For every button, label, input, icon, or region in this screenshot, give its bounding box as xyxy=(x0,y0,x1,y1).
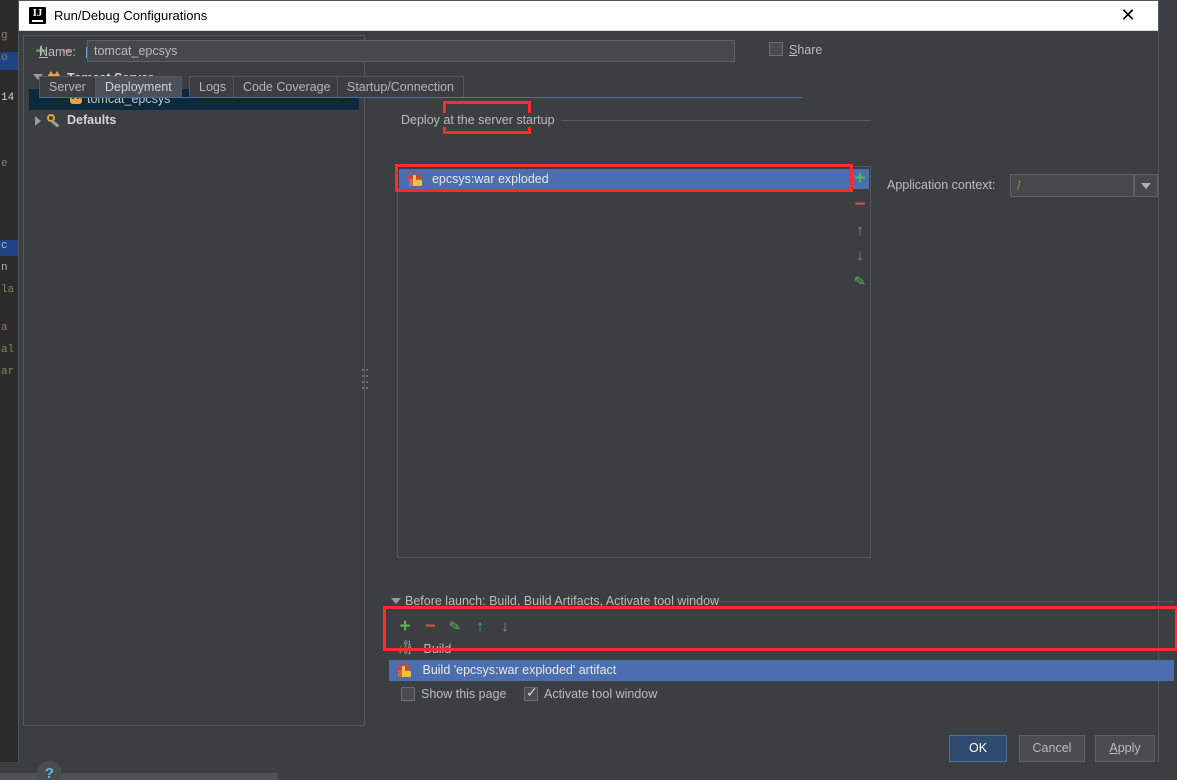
before-launch-collapse-toggle[interactable] xyxy=(391,598,401,604)
list-item[interactable]: Build 'epcsys:war exploded' artifact xyxy=(389,660,1174,681)
remove-before-launch-task-button[interactable]: − xyxy=(418,615,442,637)
tab-code-coverage[interactable]: Code Coverage xyxy=(233,76,341,98)
gutter-text: a xyxy=(1,322,8,334)
help-button[interactable]: ? xyxy=(37,761,62,780)
share-checkbox[interactable] xyxy=(769,42,783,56)
move-artifact-down-button[interactable]: ↓ xyxy=(849,244,871,266)
list-item-label: Build 'epcsys:war exploded' artifact xyxy=(422,663,617,677)
pencil-icon: ✎ xyxy=(852,271,868,290)
add-before-launch-task-button[interactable]: + xyxy=(393,615,417,637)
show-this-page-checkbox[interactable] xyxy=(401,687,415,701)
application-context-dropdown-button[interactable] xyxy=(1134,174,1158,197)
pencil-icon: ✎ xyxy=(447,616,463,635)
edit-before-launch-task-button[interactable]: ✎ xyxy=(443,615,467,637)
tab-startup-connection[interactable]: Startup/Connection xyxy=(337,76,465,98)
arrow-up-icon: ↑ xyxy=(856,221,864,239)
tree-item-label: Defaults xyxy=(67,113,117,127)
application-context-input[interactable] xyxy=(1010,174,1134,197)
close-icon[interactable]: ✕ xyxy=(1106,1,1150,31)
minus-icon: − xyxy=(854,193,866,215)
screen: g o 14 e c n la a al ar IJ Run/Debug Con… xyxy=(0,0,1177,780)
activate-tool-window-label[interactable]: Activate tool window xyxy=(544,687,657,701)
checkmark-icon: ✓ xyxy=(526,684,538,700)
list-item-label: epcsys:war exploded xyxy=(431,172,549,186)
arrow-down-icon: ↓ xyxy=(501,617,509,635)
gutter-text: o xyxy=(1,52,8,64)
artifact-icon xyxy=(408,172,423,186)
configuration-name-input[interactable] xyxy=(87,40,735,62)
before-launch-title: Before launch: Build, Build Artifacts, A… xyxy=(401,594,724,608)
dialog-titlebar: IJ Run/Debug Configurations ✕ xyxy=(19,1,1158,31)
move-task-up-button[interactable]: ↑ xyxy=(468,615,492,637)
wrench-icon xyxy=(47,113,63,129)
run-debug-configurations-dialog: IJ Run/Debug Configurations ✕ + − tomcat… xyxy=(18,0,1177,780)
tab-deployment[interactable]: Deployment xyxy=(95,76,182,98)
gutter-text: ar xyxy=(1,366,15,378)
tab-underline xyxy=(39,97,802,98)
list-item[interactable]: ↓ 01 10 01 Build xyxy=(389,639,1174,660)
gutter-text: c xyxy=(1,240,8,252)
gutter-text: n xyxy=(1,262,8,274)
gutter-text: e xyxy=(1,158,8,170)
tree-item-defaults[interactable]: Defaults xyxy=(29,110,359,131)
artifact-icon xyxy=(397,663,411,677)
minus-icon: − xyxy=(424,615,436,637)
tab-server[interactable]: Server xyxy=(39,76,96,98)
arrow-down-icon: ↓ xyxy=(856,246,864,264)
name-label: Name: xyxy=(39,45,76,59)
plus-icon: + xyxy=(854,167,866,189)
group-separator xyxy=(561,120,871,121)
move-artifact-up-button[interactable]: ↑ xyxy=(849,219,871,241)
deploy-group-label: Deploy at the server startup xyxy=(397,113,559,127)
deployment-artifacts-list[interactable]: epcsys:war exploded xyxy=(397,166,871,558)
before-launch-task-list[interactable]: ↓ 01 10 01 Build Build 'epcsys:war exploded… xyxy=(389,639,1174,681)
gutter-text: 14 xyxy=(1,92,15,104)
panel-splitter[interactable] xyxy=(360,31,370,722)
remove-artifact-button[interactable]: − xyxy=(849,193,871,215)
before-launch-toolbar: + − ✎ ↑ ↓ xyxy=(393,615,523,637)
list-item[interactable]: epcsys:war exploded xyxy=(399,169,869,189)
build-icon: ↓ 01 10 01 xyxy=(397,640,412,656)
arrow-up-icon: ↑ xyxy=(476,617,484,635)
gutter-text: al xyxy=(1,344,15,356)
show-this-page-label[interactable]: Show this page xyxy=(421,687,506,701)
tab-logs[interactable]: Logs xyxy=(189,76,237,98)
dialog-body: + − ↑ ↓ xyxy=(19,31,1177,780)
cancel-button[interactable]: Cancel xyxy=(1019,735,1085,762)
application-context-label: Application context: xyxy=(887,178,996,192)
edit-artifact-button[interactable]: ✎ xyxy=(849,270,871,292)
move-task-down-button[interactable]: ↓ xyxy=(493,615,517,637)
gutter-text: g xyxy=(1,30,8,42)
share-label[interactable]: Share xyxy=(789,43,822,57)
gutter-text: la xyxy=(1,284,15,296)
ok-button[interactable]: OK xyxy=(949,735,1007,762)
list-item-label: Build xyxy=(423,642,452,656)
apply-button[interactable]: Apply xyxy=(1095,735,1155,762)
group-separator xyxy=(719,601,1174,602)
activate-tool-window-checkbox[interactable]: ✓ xyxy=(524,684,538,701)
chevron-right-icon[interactable] xyxy=(35,116,41,126)
configurations-panel: + − ↑ ↓ xyxy=(23,35,365,726)
add-artifact-button[interactable]: + xyxy=(849,167,871,189)
plus-icon: + xyxy=(399,615,411,637)
chevron-down-icon xyxy=(1141,182,1151,189)
artifact-list-toolbar: + − ↑ ↓ ✎ xyxy=(849,167,871,297)
intellij-idea-icon: IJ xyxy=(29,7,46,24)
dialog-title: Run/Debug Configurations xyxy=(54,8,208,23)
settings-tabs: Server Deployment Logs Code Coverage Sta… xyxy=(39,76,802,98)
